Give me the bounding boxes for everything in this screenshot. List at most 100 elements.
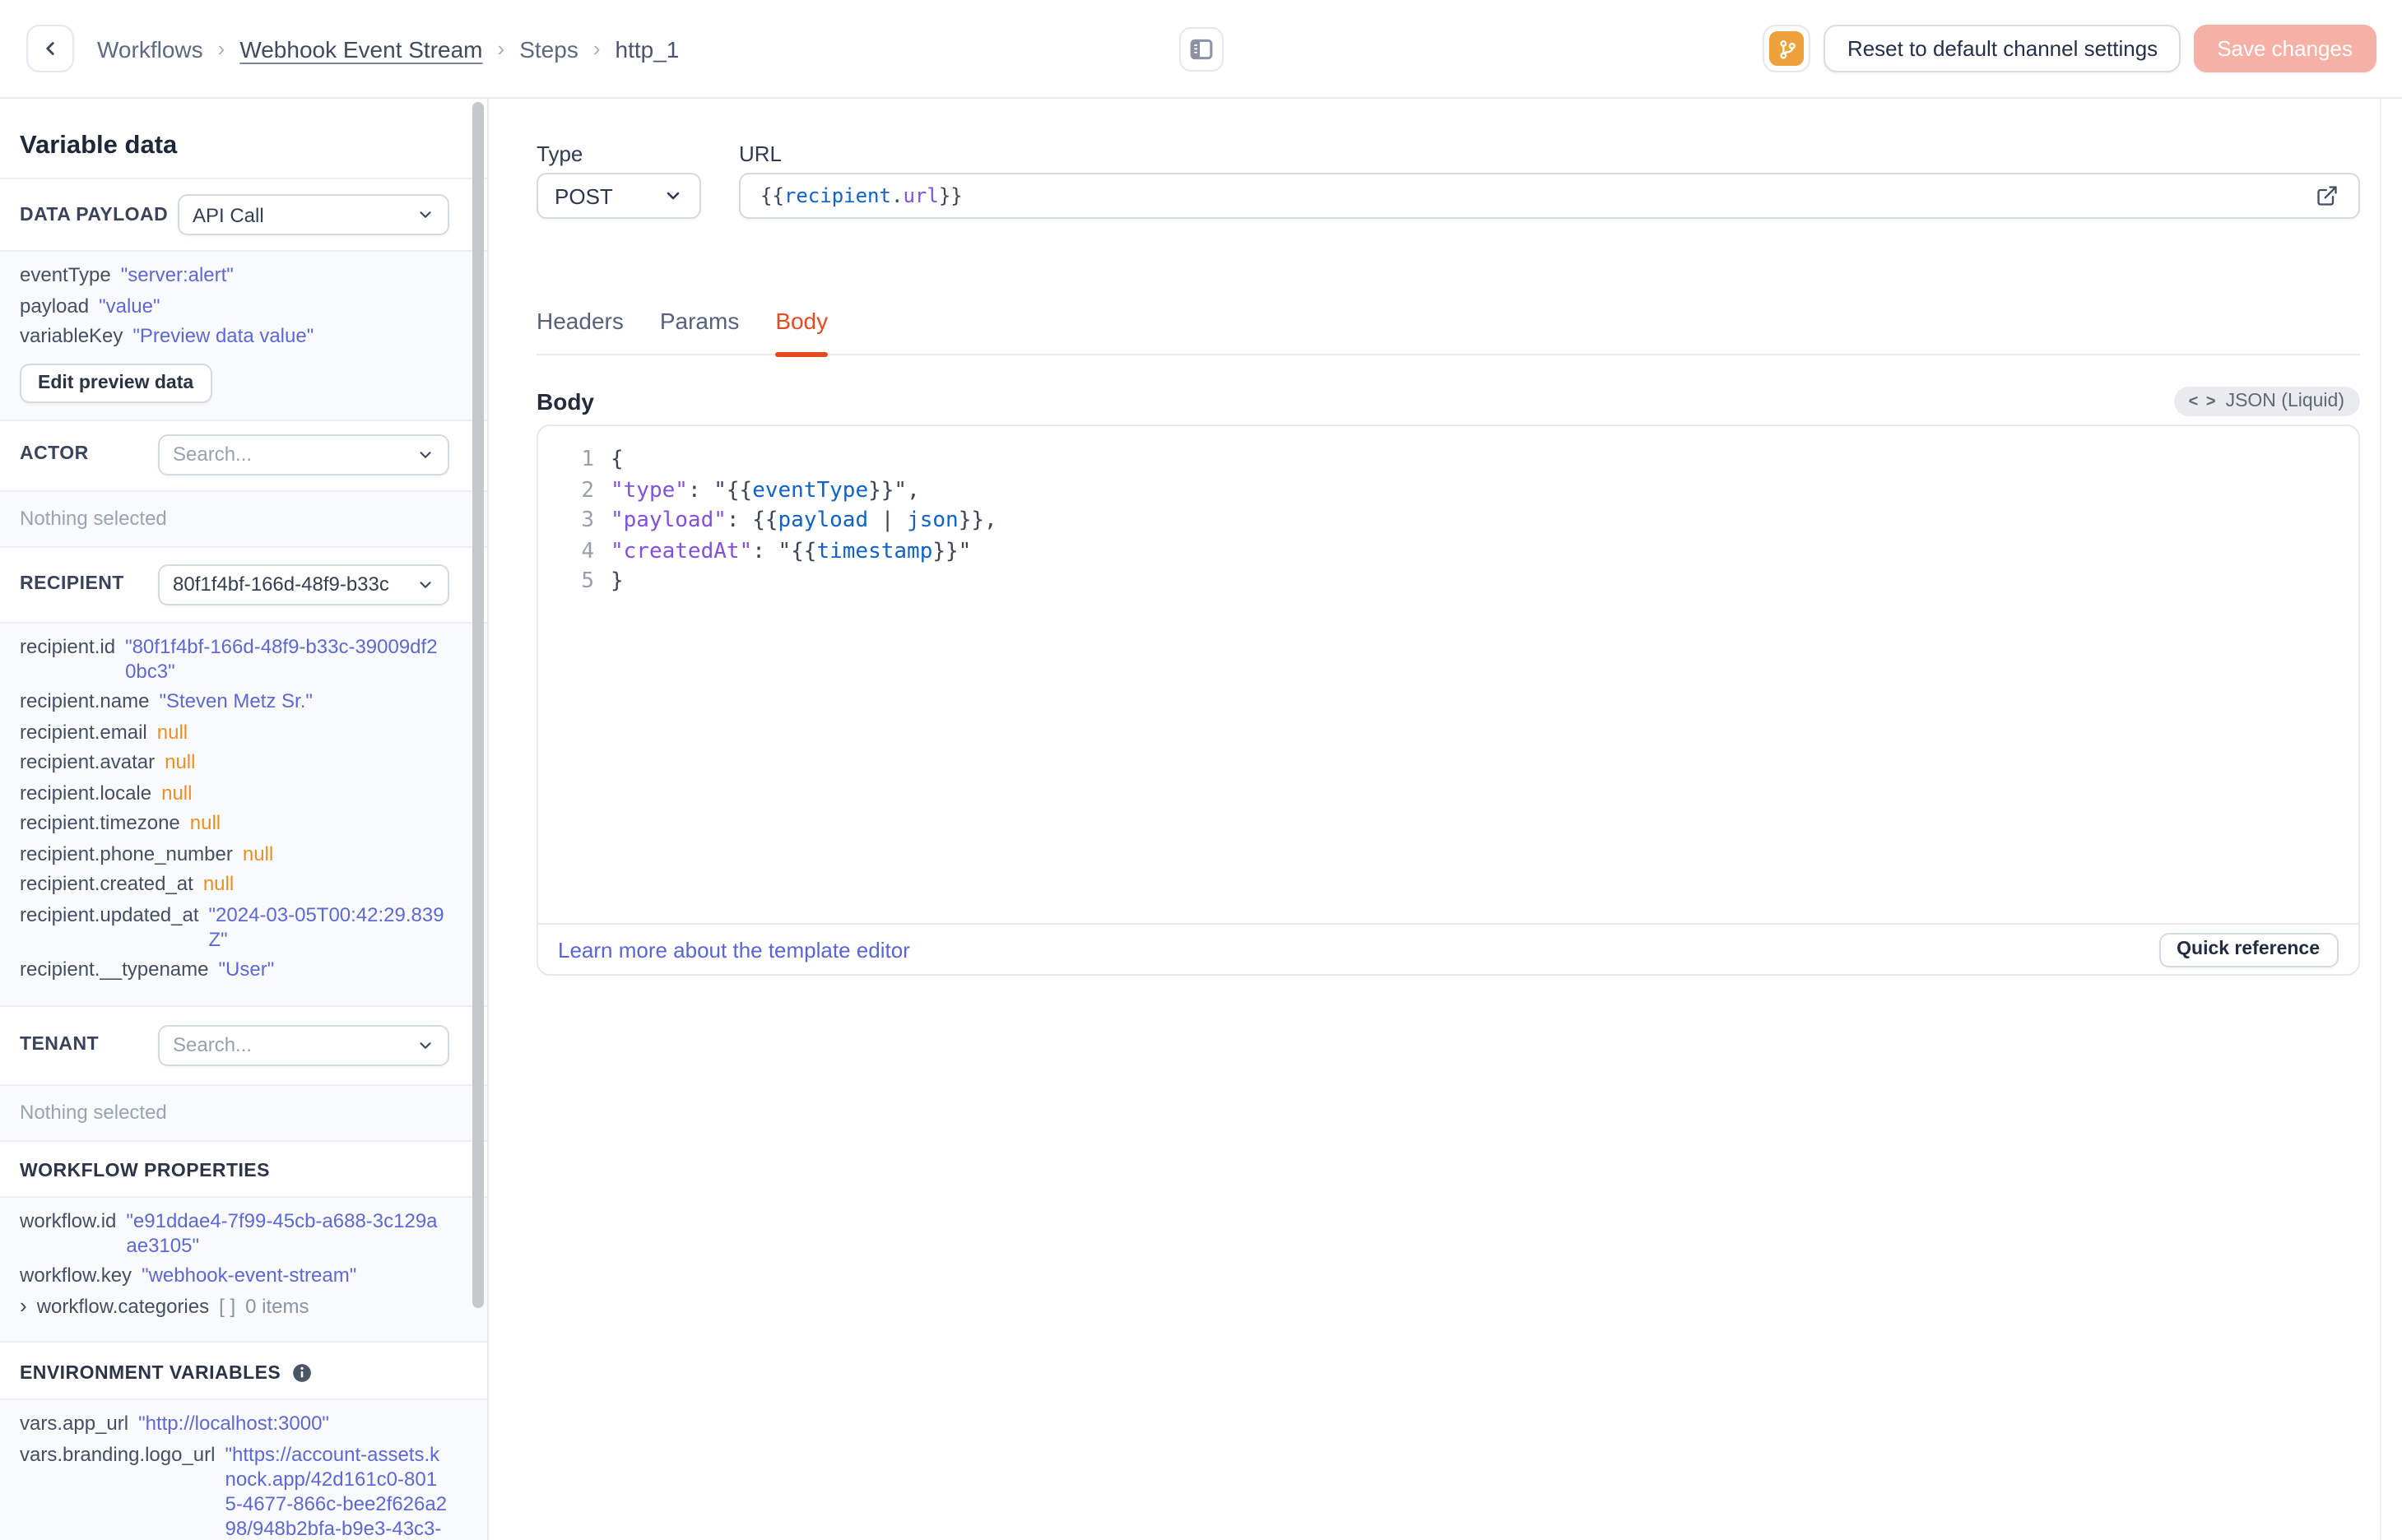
breadcrumb-item-steps[interactable]: Steps bbox=[519, 35, 578, 62]
code-line: 2 "type": "{{eventType}}", bbox=[561, 476, 2358, 507]
app-window: Workflows › Webhook Event Stream › Steps › htt… bbox=[0, 0, 2402, 1540]
kv-key: workflow.categories bbox=[36, 1294, 210, 1317]
kv-key: recipient.phone_number bbox=[20, 842, 233, 865]
kv-key: recipient.created_at bbox=[20, 872, 193, 895]
sidebar-title: Variable data bbox=[0, 99, 487, 179]
workflow-properties-section: workflow.id "e91ddae4-7f99-45cb-a688-3c12… bbox=[0, 1197, 487, 1343]
tab-params[interactable]: Params bbox=[660, 308, 739, 354]
data-payload-select[interactable]: API Call bbox=[178, 194, 449, 235]
recipient-select[interactable]: 80f1f4bf-166d-48f9-b33c bbox=[158, 564, 449, 605]
git-branch-icon bbox=[1769, 31, 1805, 66]
kv-value: "e91ddae4-7f99-45cb-a688-3c129aae3105" bbox=[126, 1208, 438, 1256]
kv-key: recipient.timezone bbox=[20, 811, 180, 834]
code-text: "createdAt": "{{timestamp}}" bbox=[611, 539, 972, 564]
line-number: 4 bbox=[581, 539, 594, 564]
kv-value: "2024-03-05T00:42:29.839Z" bbox=[208, 902, 444, 950]
kv-row: workflow.id "e91ddae4-7f99-45cb-a688-3c12… bbox=[20, 1208, 448, 1258]
method-value: POST bbox=[555, 183, 613, 208]
breadcrumb-item-webhook-event-stream[interactable]: Webhook Event Stream bbox=[239, 35, 482, 62]
kv-key: recipient.email bbox=[20, 720, 147, 743]
body-section-label: Body bbox=[537, 388, 594, 415]
edit-preview-data-button[interactable]: Edit preview data bbox=[20, 363, 212, 402]
kv-row: recipient.phone_number null bbox=[20, 842, 448, 866]
data-payload-label: DATA PAYLOAD bbox=[20, 205, 169, 225]
quick-reference-button[interactable]: Quick reference bbox=[2158, 932, 2338, 967]
kv-key: eventType bbox=[20, 263, 111, 286]
sidebar-scrollbar[interactable] bbox=[472, 102, 483, 1308]
kv-value: null bbox=[156, 720, 188, 743]
data-payload-row: DATA PAYLOAD API Call bbox=[0, 179, 487, 252]
code-text: "type": "{{eventType}}", bbox=[611, 478, 920, 503]
editor-footer: Learn more about the template editor Qui… bbox=[538, 923, 2358, 974]
back-button[interactable] bbox=[26, 25, 74, 72]
kv-value: null bbox=[165, 750, 196, 773]
kv-row: variableKey "Preview data value" bbox=[20, 324, 448, 349]
tab-body[interactable]: Body bbox=[775, 308, 828, 356]
kv-row: vars.app_url "http://localhost:3000" bbox=[20, 1412, 448, 1436]
kv-row: recipient.created_at null bbox=[20, 872, 448, 897]
code-editor[interactable]: 1{2 "type": "{{eventType}}", 3 "payload": {… bbox=[538, 426, 2358, 923]
kv-row[interactable]: › workflow.categories [ ] 0 items bbox=[20, 1292, 448, 1319]
breadcrumb-item-workflows[interactable]: Workflows bbox=[97, 35, 203, 62]
actor-search-input[interactable]: Search... bbox=[158, 434, 449, 475]
save-changes-button[interactable]: Save changes bbox=[2194, 25, 2376, 72]
kv-row: eventType "server:alert" bbox=[20, 263, 448, 288]
kv-row: payload "value" bbox=[20, 294, 448, 318]
panel-left-icon bbox=[1189, 36, 1214, 61]
tab-headers[interactable]: Headers bbox=[537, 308, 624, 354]
code-text: { bbox=[611, 448, 624, 472]
chevron-down-icon bbox=[416, 575, 434, 593]
line-number: 1 bbox=[581, 448, 594, 472]
method-select[interactable]: POST bbox=[537, 173, 701, 219]
caret-right-icon: › bbox=[20, 1292, 27, 1317]
kv-key: vars.app_url bbox=[20, 1412, 129, 1435]
language-badge: < > JSON (Liquid) bbox=[2173, 387, 2359, 416]
code-icon: < > bbox=[2188, 392, 2218, 411]
actor-row: ACTOR Search... bbox=[0, 420, 487, 491]
kv-value: null bbox=[202, 872, 235, 895]
line-number: 5 bbox=[581, 569, 594, 595]
kv-value: "server:alert" bbox=[120, 263, 234, 286]
kv-key: recipient.id bbox=[20, 634, 116, 657]
tenant-row: TENANT Search... bbox=[0, 1006, 487, 1085]
reset-channel-settings-button[interactable]: Reset to default channel settings bbox=[1824, 25, 2181, 72]
recipient-variables-section: recipient.id "80f1f4bf-166d-48f9-b33c-390… bbox=[0, 623, 487, 1006]
url-input[interactable]: {{recipient.url}} bbox=[739, 173, 2359, 219]
tenant-search-input[interactable]: Search... bbox=[158, 1024, 449, 1065]
kv-value: "webhook-event-stream" bbox=[142, 1264, 357, 1287]
workflow-properties-title: WORKFLOW PROPERTIES bbox=[20, 1161, 270, 1181]
kv-row: workflow.key "webhook-event-stream" bbox=[20, 1264, 448, 1288]
kv-item-count: 0 items bbox=[245, 1294, 309, 1317]
kv-value: "Preview data value" bbox=[132, 324, 314, 347]
sidebar-toggle-button[interactable] bbox=[1178, 26, 1224, 71]
kv-key: workflow.key bbox=[20, 1264, 132, 1287]
external-link-icon[interactable] bbox=[2315, 184, 2338, 207]
kv-key: vars.branding.logo_url bbox=[20, 1442, 216, 1465]
chevron-down-icon bbox=[416, 445, 434, 463]
request-tabs: Headers Params Body bbox=[537, 308, 2359, 356]
kv-row: recipient.timezone null bbox=[20, 811, 448, 836]
kv-value: "https://account-assets.knock.app/42d161… bbox=[225, 1442, 448, 1539]
template-editor-docs-link[interactable]: Learn more about the template editor bbox=[558, 937, 910, 962]
workflow-properties-header: WORKFLOW PROPERTIES bbox=[0, 1141, 487, 1197]
chevron-down-icon bbox=[416, 206, 434, 224]
tenant-label: TENANT bbox=[20, 1035, 100, 1055]
kv-key: variableKey bbox=[20, 324, 123, 347]
kv-row: vars.branding.logo_url "https://account-a… bbox=[20, 1442, 448, 1540]
code-line: 4 "createdAt": "{{timestamp}}" bbox=[561, 538, 2358, 568]
commit-branch-button[interactable] bbox=[1763, 25, 1811, 72]
data-payload-value: API Call bbox=[193, 203, 264, 226]
page-scrollbar-track[interactable] bbox=[2379, 99, 2381, 1540]
kv-row: recipient.locale null bbox=[20, 781, 448, 805]
top-bar-actions: Reset to default channel settings Save c… bbox=[1763, 25, 2376, 72]
code-line: 5} bbox=[561, 568, 2358, 599]
kv-value: "http://localhost:3000" bbox=[138, 1412, 329, 1435]
breadcrumb-separator: › bbox=[497, 36, 505, 61]
code-line: 1{ bbox=[561, 446, 2358, 476]
payload-variables-section: eventType "server:alert" payload "value" var… bbox=[0, 252, 487, 420]
info-icon[interactable] bbox=[290, 1362, 312, 1384]
kv-key: recipient.avatar bbox=[20, 750, 156, 773]
kv-key: workflow.id bbox=[20, 1208, 117, 1232]
chevron-left-icon bbox=[39, 38, 61, 59]
kv-row: recipient.name "Steven Metz Sr." bbox=[20, 689, 448, 714]
